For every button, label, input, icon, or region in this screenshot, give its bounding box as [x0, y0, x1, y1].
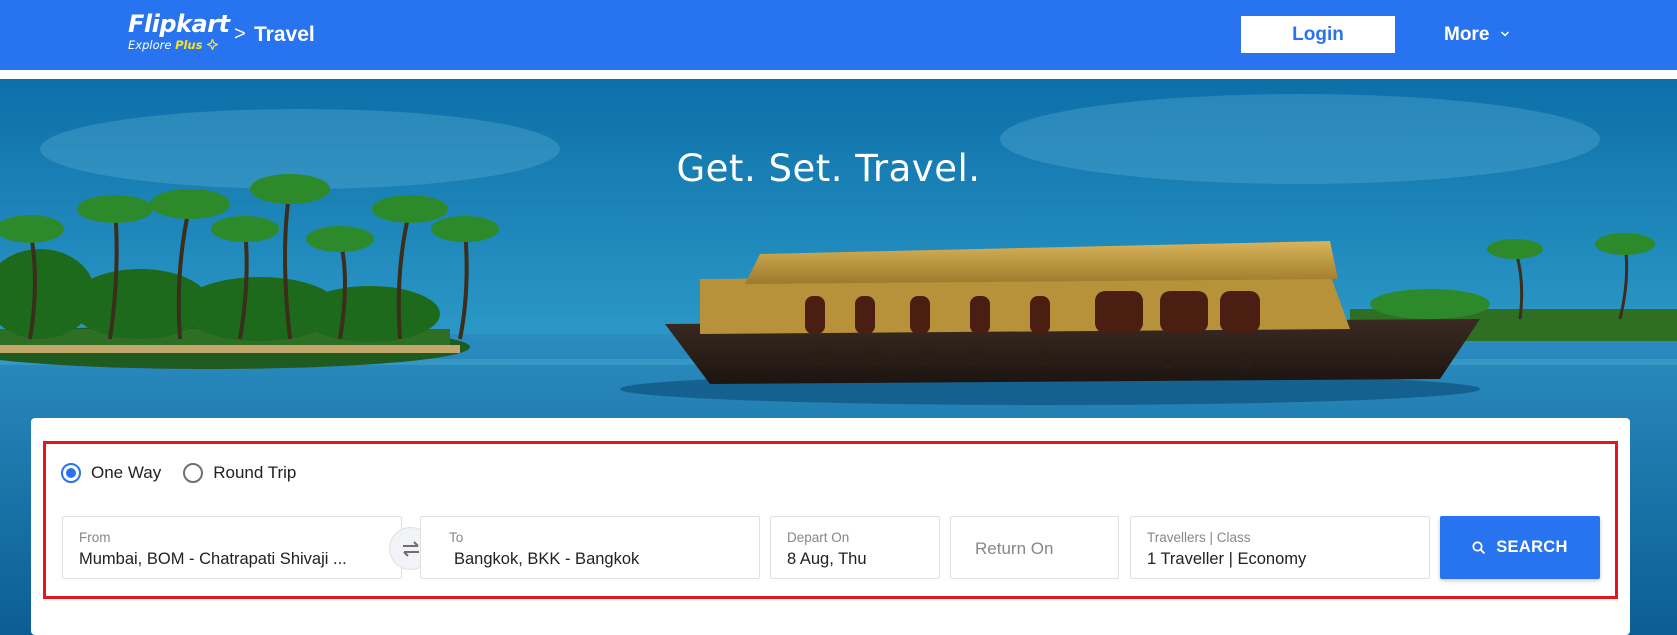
travellers-class-field[interactable]: Travellers | Class 1 Traveller | Economy: [1130, 516, 1430, 579]
hero-tagline: Get. Set. Travel.: [676, 147, 981, 190]
flipkart-logo[interactable]: Flipkart Explore Plus: [128, 11, 230, 52]
round-trip-label: Round Trip: [213, 463, 297, 482]
logo-wordmark: Flipkart: [128, 10, 230, 38]
one-way-label: One Way: [91, 463, 162, 482]
from-value: Mumbai, BOM - Chatrapati Shivaji ...: [79, 550, 347, 568]
breadcrumb-travel[interactable]: Travel: [254, 22, 315, 48]
to-value: Bangkok, BKK - Bangkok: [454, 550, 640, 568]
search-label: SEARCH: [1496, 538, 1568, 556]
logo-plus-text: Plus: [175, 38, 203, 52]
breadcrumb-separator: >: [234, 23, 246, 45]
travellers-class-value: 1 Traveller | Economy: [1147, 550, 1307, 568]
radio-selected-icon: [61, 463, 81, 483]
search-button[interactable]: SEARCH: [1440, 516, 1600, 579]
depart-field[interactable]: Depart On 8 Aug, Thu: [770, 516, 940, 579]
travellers-class-label: Travellers | Class: [1147, 530, 1251, 545]
radio-unselected-icon: [183, 463, 204, 483]
swap-arrows-icon: [402, 540, 419, 557]
return-placeholder: Return On: [975, 539, 1054, 558]
one-way-radio[interactable]: One Way: [61, 463, 161, 483]
from-label: From: [79, 530, 111, 545]
to-label: To: [449, 530, 464, 545]
logo-explore-text: Explore: [128, 38, 172, 52]
round-trip-radio[interactable]: Round Trip: [183, 463, 296, 483]
search-icon: [1472, 540, 1486, 554]
logo-tagline: Explore Plus: [128, 38, 230, 52]
more-label: More: [1444, 24, 1490, 45]
depart-value: 8 Aug, Thu: [787, 550, 867, 568]
chevron-down-icon: [1500, 31, 1509, 37]
trip-type-selector: One Way Round Trip: [61, 462, 318, 484]
depart-label: Depart On: [787, 530, 850, 545]
top-navigation-bar: Flipkart Explore Plus > Travel Login Mor…: [0, 0, 1677, 70]
return-field[interactable]: Return On: [950, 516, 1119, 579]
more-menu[interactable]: More: [1444, 22, 1510, 48]
plus-star-icon: [207, 39, 219, 50]
to-field[interactable]: To Bangkok, BKK - Bangkok: [420, 516, 760, 579]
login-button[interactable]: Login: [1241, 16, 1395, 53]
from-field[interactable]: From Mumbai, BOM - Chatrapati Shivaji ..…: [62, 516, 402, 579]
